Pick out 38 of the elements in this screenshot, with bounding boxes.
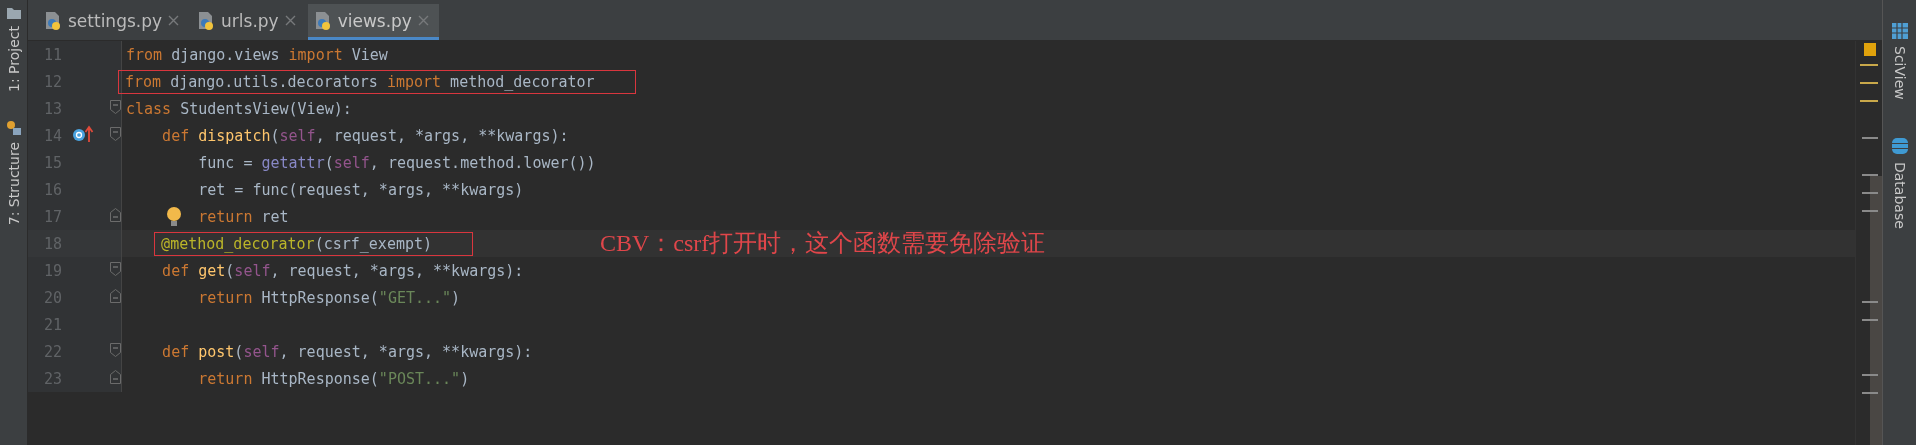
editor-tab[interactable]: views.py [307,4,439,40]
close-icon[interactable] [417,15,429,26]
code-line: @method_decorator(csrf_exempt) [161,233,433,254]
fold-icon[interactable] [110,100,121,114]
tool-window-tab[interactable]: 1: Project [5,26,22,92]
code-line: ret = func(request, *args, **kwargs) [198,179,524,200]
code-line: from django.utils.decorators import method_decorator [125,71,595,92]
python-file-icon [44,10,62,31]
fold-icon[interactable] [110,262,121,276]
close-icon[interactable] [168,15,180,26]
code-line: return HttpResponse("GET...") [198,287,461,308]
fold-icon[interactable] [110,343,121,357]
code-line: class StudentsView(View): [126,98,352,119]
code-line: def get(self, request, *args, **kwargs): [162,260,524,281]
annotation-text: CBV：csrf打开时，这个函数需要免除验证 [600,229,1046,258]
fold-icon[interactable] [110,127,121,141]
python-file-icon [313,10,332,31]
code-line: def post(self, request, *args, **kwargs): [162,341,533,362]
folder-icon [5,6,22,20]
tool-window-tab[interactable]: 7: Structure [5,142,22,226]
python-file-icon [197,10,216,31]
database-icon [1890,135,1909,156]
fold-icon[interactable] [110,208,121,222]
code-line: return HttpResponse("POST...") [198,368,470,389]
structure-icon [5,120,22,136]
scrollbar[interactable] [1870,176,1882,445]
override-icon[interactable] [72,124,94,143]
code-line: return ret [198,206,289,227]
code-line: from django.views import View [126,44,388,65]
table-icon [1890,22,1909,40]
fold-icon[interactable] [110,370,121,384]
code-line: func = getattr(self, request.method.lower()) [198,152,596,173]
code-line: def dispatch(self, request, *args, **kwargs): [162,125,569,146]
lightbulb-icon[interactable] [166,206,182,228]
tool-window-tab[interactable]: SciView [1891,46,1908,100]
tool-window-tab[interactable]: Database [1891,161,1908,229]
close-icon[interactable] [284,15,296,26]
fold-icon[interactable] [110,289,121,303]
